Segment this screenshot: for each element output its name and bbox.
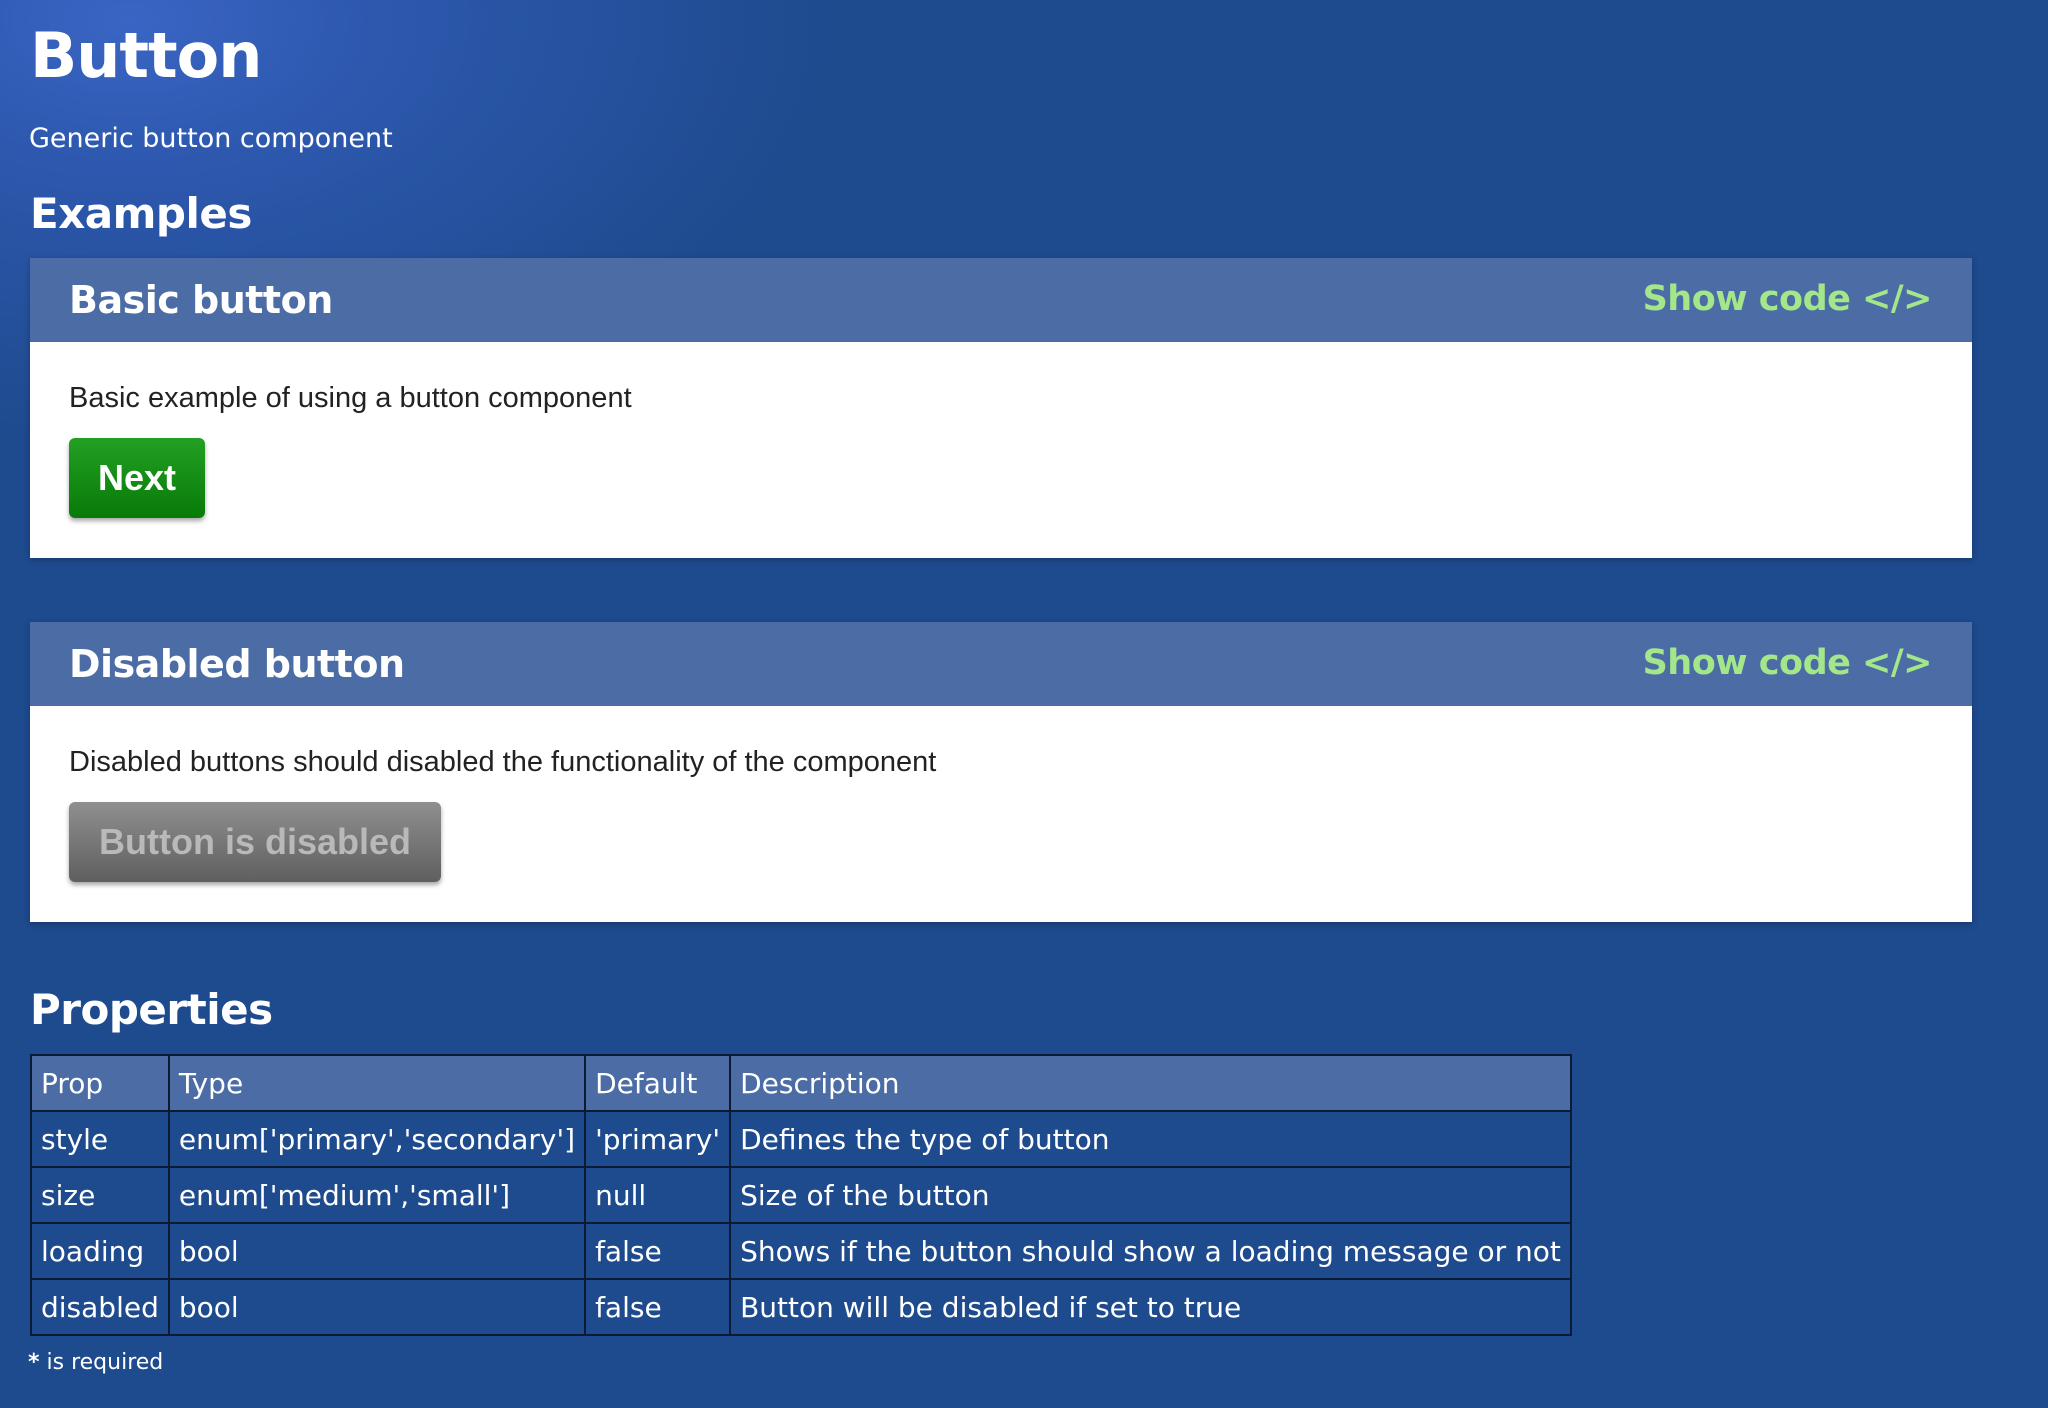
column-header-default: Default xyxy=(584,1054,732,1112)
properties-table: Prop Type Default Description style enum… xyxy=(30,1054,1572,1336)
required-note-text: is required xyxy=(39,1350,164,1375)
cell-prop: style xyxy=(30,1110,170,1168)
cell-description: Size of the button xyxy=(729,1166,1572,1224)
cell-type: enum['primary','secondary'] xyxy=(167,1110,587,1168)
cell-description: Button will be disabled if set to true xyxy=(729,1278,1572,1336)
required-marker: * xyxy=(28,1350,40,1375)
cell-description: Shows if the button should show a loadin… xyxy=(729,1222,1572,1280)
properties-heading: Properties xyxy=(30,985,273,1034)
column-header-type: Type xyxy=(167,1054,587,1112)
card-title: Disabled button xyxy=(69,642,405,686)
example-card-disabled-button: Disabled button Show code </> Disabled b… xyxy=(30,622,1972,922)
cell-type: enum['medium','small'] xyxy=(167,1166,587,1224)
card-title: Basic button xyxy=(69,278,333,322)
page-title: Button xyxy=(30,19,262,92)
cell-default: false xyxy=(584,1222,732,1280)
cell-type: bool xyxy=(167,1278,587,1336)
show-code-link[interactable]: Show code </> xyxy=(1643,640,1933,686)
cell-prop: disabled xyxy=(30,1278,170,1336)
cell-prop: loading xyxy=(30,1222,170,1280)
example-card-basic-button: Basic button Show code </> Basic example… xyxy=(30,258,1972,558)
cell-prop: size xyxy=(30,1166,170,1224)
page-subtitle: Generic button component xyxy=(29,123,393,154)
column-header-description: Description xyxy=(729,1054,1572,1112)
cell-type: bool xyxy=(167,1222,587,1280)
cell-default: 'primary' xyxy=(584,1110,732,1168)
next-button[interactable]: Next xyxy=(69,438,206,518)
cell-default: null xyxy=(584,1166,732,1224)
required-note: * is required xyxy=(28,1348,163,1378)
examples-heading: Examples xyxy=(30,189,252,238)
show-code-link[interactable]: Show code </> xyxy=(1643,276,1933,322)
disabled-button: Button is disabled xyxy=(69,802,442,882)
table-row: loading bool false Shows if the button s… xyxy=(30,1222,1572,1280)
cell-default: false xyxy=(584,1278,732,1336)
page: Button Generic button component Examples… xyxy=(0,0,2048,1408)
card-body: Basic example of using a button componen… xyxy=(30,342,1972,558)
column-header-prop: Prop xyxy=(30,1054,170,1112)
table-row: disabled bool false Button will be disab… xyxy=(30,1278,1572,1336)
table-row: size enum['medium','small'] null Size of… xyxy=(30,1166,1572,1224)
table-row: style enum['primary','secondary'] 'prima… xyxy=(30,1110,1572,1168)
card-header: Basic button Show code </> xyxy=(30,258,1972,342)
table-header-row: Prop Type Default Description xyxy=(30,1054,1572,1112)
card-description: Disabled buttons should disabled the fun… xyxy=(69,746,937,778)
card-body: Disabled buttons should disabled the fun… xyxy=(30,706,1972,922)
card-description: Basic example of using a button componen… xyxy=(69,382,632,414)
cell-description: Defines the type of button xyxy=(729,1110,1572,1168)
card-header: Disabled button Show code </> xyxy=(30,622,1972,706)
